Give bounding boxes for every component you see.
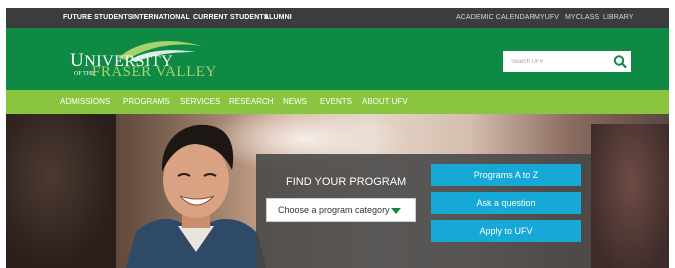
chevron-down-icon	[391, 208, 401, 214]
link-myclass[interactable]: MYCLASS	[565, 12, 599, 24]
site-header: UNIVERSITY OF THE FRASER VALLEY	[6, 28, 669, 90]
program-category-value: Choose a program category	[278, 205, 390, 215]
main-nav: ADMISSIONS PROGRAMS SERVICES RESEARCH NE…	[6, 90, 669, 114]
link-international[interactable]: INTERNATIONAL	[132, 12, 190, 24]
hero-student-photo	[126, 124, 266, 268]
hero-banner: FIND YOUR PROGRAM Choose a program categ…	[6, 114, 669, 268]
link-academic-calendar[interactable]: ACADEMIC CALENDAR	[456, 12, 535, 24]
link-future-students[interactable]: FUTURE STUDENTS	[63, 12, 133, 24]
search-icon	[613, 55, 627, 69]
utility-bar: FUTURE STUDENTS INTERNATIONAL CURRENT ST…	[6, 8, 669, 28]
program-category-select[interactable]: Choose a program category	[266, 198, 416, 222]
nav-news[interactable]: NEWS	[283, 96, 307, 108]
nav-programs[interactable]: PROGRAMS	[123, 96, 170, 108]
page-frame: FUTURE STUDENTS INTERNATIONAL CURRENT ST…	[6, 8, 669, 268]
apply-to-ufv-button[interactable]: Apply to UFV	[431, 220, 581, 242]
search-box	[503, 51, 631, 72]
search-input[interactable]	[503, 51, 615, 72]
link-alumni[interactable]: ALUMNI	[264, 12, 292, 24]
link-library[interactable]: LIBRARY	[603, 12, 634, 24]
nav-research[interactable]: RESEARCH	[229, 96, 273, 108]
ufv-logo[interactable]: UNIVERSITY OF THE FRASER VALLEY	[66, 36, 236, 84]
program-finder-panel: FIND YOUR PROGRAM Choose a program categ…	[256, 154, 591, 268]
link-myufv[interactable]: MYUFV	[534, 12, 559, 24]
search-button[interactable]	[609, 51, 631, 72]
hero-background-right	[591, 124, 669, 268]
logo-fraser-valley-text: FRASER VALLEY	[92, 64, 217, 80]
nav-about-ufv[interactable]: ABOUT UFV	[362, 96, 408, 108]
programs-a-to-z-button[interactable]: Programs A to Z	[431, 164, 581, 186]
link-current-students[interactable]: CURRENT STUDENTS	[193, 12, 269, 24]
hero-background-left	[6, 114, 116, 268]
ask-a-question-button[interactable]: Ask a question	[431, 192, 581, 214]
nav-services[interactable]: SERVICES	[180, 96, 220, 108]
nav-events[interactable]: EVENTS	[320, 96, 352, 108]
nav-admissions[interactable]: ADMISSIONS	[60, 96, 110, 108]
find-program-title: FIND YOUR PROGRAM	[286, 176, 407, 188]
